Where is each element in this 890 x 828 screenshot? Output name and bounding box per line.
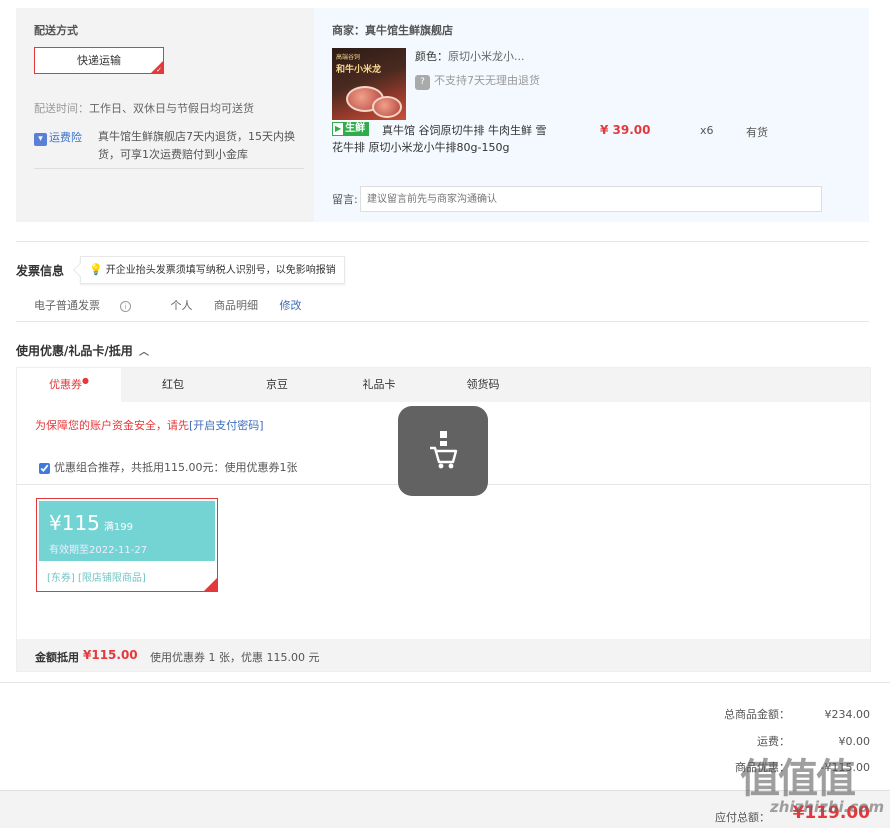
total-shipping-value: ¥0.00	[838, 735, 871, 748]
coupon-section-title[interactable]: 使用优惠/礼品卡/抵用 ︿	[16, 342, 149, 359]
pay-total-amount: ¥119.00	[792, 803, 870, 823]
product-image-text: 高端谷饲	[336, 54, 361, 61]
shipping-title: 配送方式	[34, 24, 78, 37]
invoice-type-label: 电子普通发票	[34, 299, 100, 312]
invoice-title: 发票信息	[16, 264, 65, 278]
insurance-badge[interactable]: ▾ 运费险	[34, 129, 82, 146]
product-price: ¥ 39.00	[600, 123, 651, 137]
coupon-summary-amount: ¥115.00	[83, 648, 138, 662]
lightbulb-icon: 💡	[89, 263, 103, 276]
coupon-summary: 金额抵用 ¥115.00 使用优惠券 1 张，优惠 115.00 元	[17, 639, 870, 671]
tab-gift-card[interactable]: 礼品卡	[327, 368, 431, 402]
tab-label: 优惠券	[49, 378, 82, 391]
security-tip-text: 为保障您的账户资金安全，请先	[35, 419, 189, 432]
info-icon[interactable]: i	[120, 300, 131, 312]
coupon-summary-label: 金额抵用	[35, 651, 79, 664]
new-dot-icon: ●	[82, 376, 89, 385]
shield-icon: ▾	[34, 133, 47, 146]
check-icon: ✓	[156, 66, 162, 74]
insurance-badge-label: 运费险	[49, 131, 82, 144]
enable-pay-password-link[interactable]: [开启支付密码]	[189, 419, 264, 432]
fresh-tag: ▶ 生鲜	[332, 122, 370, 136]
total-discount-label: 商品优惠：	[735, 761, 790, 774]
coupon-condition: 满199	[103, 522, 133, 533]
coupon-tags: [东券] [限店铺限商品]	[47, 573, 146, 584]
shipping-divider	[34, 168, 304, 169]
note-input[interactable]	[360, 186, 822, 212]
shipping-panel: 配送方式 快递运输 ✓ 配送时间：工作日、双休日与节假日均可送货 ▾ 运费险 真牛…	[16, 8, 314, 222]
merchant-name: 商家：真牛馆生鲜旗舰店	[332, 24, 453, 37]
total-discount-value: -¥115.00	[820, 761, 870, 774]
payment-bar: 应付总额： ¥119.00	[0, 790, 890, 828]
product-qty: x6	[700, 124, 714, 137]
invoice-details: 电子普通发票 i 个人 商品明细 修改	[34, 297, 320, 313]
return-policy: ? 不支持7天无理由退货	[415, 72, 540, 90]
tab-red-packet[interactable]: 红包	[121, 368, 225, 402]
invoice-type: 电子普通发票 i	[34, 299, 149, 312]
coupon-tabs: 优惠券● 红包 京豆 礼品卡 领货码	[17, 368, 870, 402]
color-label: 颜色：	[415, 50, 448, 63]
color-value: 原切小米龙小...	[448, 50, 525, 63]
chevron-up-icon: ︿	[138, 347, 149, 358]
total-goods-label: 总商品金额：	[724, 708, 790, 721]
invoice-content: 商品明细	[214, 299, 258, 312]
shipping-option-express[interactable]: 快递运输 ✓	[34, 47, 164, 74]
total-discount: 商品优惠： -¥115.00	[735, 759, 870, 775]
product-image[interactable]: 高端谷饲 和牛小米龙	[332, 48, 406, 120]
shopping-cart-icon	[430, 431, 458, 469]
total-shipping: 运费： ¥0.00	[757, 733, 870, 749]
total-goods-value: ¥234.00	[824, 708, 871, 721]
shipping-time-value: 工作日、双休日与节假日均可送货	[89, 102, 254, 115]
steak-graphic	[372, 96, 402, 118]
merchant-panel: 商家：真牛馆生鲜旗舰店 高端谷饲 和牛小米龙 颜色：原切小米龙小... ? 不支持…	[314, 8, 869, 222]
return-policy-text: 不支持7天无理由退货	[434, 74, 540, 87]
coupon-expire: 有效期至2022-11-27	[49, 545, 148, 556]
section-divider	[16, 241, 869, 242]
section-divider	[16, 321, 869, 322]
section-divider	[0, 682, 890, 683]
coupon-title-label: 使用优惠/礼品卡/抵用	[16, 344, 133, 358]
tab-coupons[interactable]: 优惠券●	[17, 368, 121, 402]
invoice-tip: 💡 开企业抬头发票须填写纳税人识别号，以免影响报销	[72, 256, 345, 284]
combo-recommend: 优惠组合推荐，共抵用115.00元：使用优惠券1张	[39, 459, 298, 475]
note-label: 留言:	[332, 193, 358, 206]
product-stock: 有货	[746, 126, 768, 139]
coupon-amount-value: ¥115	[49, 511, 100, 535]
loading-overlay	[398, 406, 488, 496]
coupon-summary-desc: 使用优惠券 1 张，优惠 115.00 元	[150, 651, 320, 664]
total-goods: 总商品金额： ¥234.00	[724, 706, 870, 722]
insurance-text: 真牛馆生鲜旗舰店7天内退货，15天内换货，可享1次运费赔付到小金库	[98, 130, 295, 161]
invoice-tip-text: 开企业抬头发票须填写纳税人识别号，以免影响报销	[105, 265, 336, 276]
fresh-icon: ▶	[333, 123, 344, 135]
combo-text: 优惠组合推荐，共抵用115.00元：使用优惠券1张	[54, 461, 298, 474]
shipping-time-label: 配送时间：	[34, 102, 89, 115]
coupon-card[interactable]: ¥115 满199 有效期至2022-11-27 [东券] [限店铺限商品]	[36, 498, 218, 592]
tab-redeem-code[interactable]: 领货码	[431, 368, 535, 402]
shipping-option-label: 快递运输	[77, 54, 121, 67]
security-tip: 为保障您的账户资金安全，请先[开启支付密码]	[35, 417, 264, 433]
fresh-tag-label: 生鲜	[345, 123, 366, 134]
total-shipping-label: 运费：	[757, 735, 790, 748]
product-color: 颜色：原切小米龙小...	[415, 48, 525, 64]
invoice-holder: 个人	[170, 299, 193, 312]
invoice-edit-link[interactable]: 修改	[280, 299, 302, 312]
coupon-card-top: ¥115 满199 有效期至2022-11-27	[39, 501, 215, 561]
coupon-amount: ¥115 满199	[49, 511, 133, 535]
question-icon: ?	[415, 75, 430, 90]
shipping-time: 配送时间：工作日、双休日与节假日均可送货	[34, 100, 254, 116]
tooltip-arrow	[72, 262, 88, 278]
combo-checkbox[interactable]	[39, 462, 50, 474]
pay-total-label: 应付总额：	[715, 811, 770, 824]
selected-corner-icon	[204, 578, 217, 591]
tab-jingdou[interactable]: 京豆	[225, 368, 329, 402]
product-image-title: 和牛小米龙	[336, 65, 382, 75]
